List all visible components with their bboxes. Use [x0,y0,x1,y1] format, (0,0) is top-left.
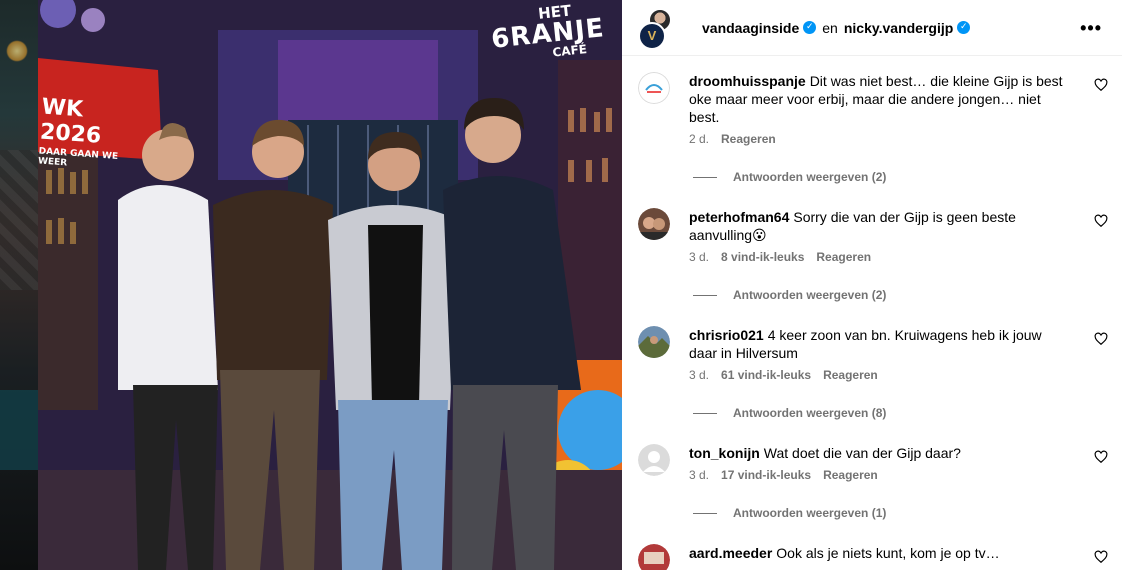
view-replies-label: Antwoorden weergeven (2) [733,170,887,184]
view-replies-button[interactable]: Antwoorden weergeven (1) [693,506,886,520]
collab-avatars[interactable]: V [638,7,678,50]
background-panel [0,390,38,470]
post-header: V vandaaginside ✓ en nicky.vandergijp ✓ … [622,0,1122,56]
photo-illustration [38,0,622,570]
comment-time[interactable]: 3 d. [689,468,709,482]
heart-icon[interactable] [1094,214,1108,228]
background-overlay[interactable] [0,0,38,570]
post-photo[interactable]: HET 6RANJE CAFÉ WK 2026 DAAR GAAN WE WEE… [38,0,622,570]
authors-conjunction: en [822,19,838,36]
comment-time[interactable]: 2 d. [689,132,709,146]
replies-divider [693,176,717,178]
comment-text-block: chrisrio021 4 keer zoon van bn. Kruiwagen… [689,326,1069,362]
comments-panel: V vandaaginside ✓ en nicky.vandergijp ✓ … [622,0,1122,570]
comment-username[interactable]: peterhofman64 [689,209,789,225]
avatar[interactable] [638,208,670,240]
replies-divider [693,294,717,296]
heart-icon[interactable] [1094,332,1108,346]
comment-item: peterhofman64 Sorry die van der Gijp is g… [638,208,1108,308]
view-replies-button[interactable]: Antwoorden weergeven (2) [693,170,886,184]
replies-divider [693,412,717,414]
comment-meta: 3 d. 17 vind-ik-leuks Reageren [689,468,1069,482]
reply-button[interactable]: Reageren [823,368,878,382]
comment-meta: 3 d. 61 vind-ik-leuks Reageren [689,368,1069,382]
reply-button[interactable]: Reageren [816,250,871,264]
view-replies-label: Antwoorden weergeven (1) [733,506,887,520]
avatar[interactable] [638,444,670,476]
verified-badge-icon: ✓ [957,21,971,34]
comment-text-block: peterhofman64 Sorry die van der Gijp is g… [689,208,1069,244]
avatar-image [638,72,670,104]
reply-button[interactable]: Reageren [823,468,878,482]
avatar-image [638,208,670,240]
comment-time[interactable]: 3 d. [689,250,709,264]
comment-text-block: droomhuisspanje Dit was niet best… die kl… [689,72,1069,126]
comment-text-block: aard.meeder Ook als je niets kunt, kom je… [689,544,1069,562]
verified-badge-icon: ✓ [803,21,817,34]
likes-count[interactable]: 17 vind-ik-leuks [721,468,811,482]
avatar[interactable] [638,544,670,570]
comment-text: Ook als je niets kunt, kom je op tv… [776,545,1000,561]
avatar[interactable] [638,326,670,358]
replies-divider [693,512,717,514]
comment-body: chrisrio021 4 keer zoon van bn. Kruiwagen… [689,326,1069,382]
view-replies-label: Antwoorden weergeven (8) [733,406,887,420]
comment-meta: 3 d. 8 vind-ik-leuks Reageren [689,250,1069,264]
avatar-image [638,544,670,570]
comment-item: droomhuisspanje Dit was niet best… die kl… [638,72,1108,190]
comment-username[interactable]: droomhuisspanje [689,73,806,89]
comment-item: ton_konijn Wat doet die van der Gijp daar… [638,444,1108,528]
view-replies-button[interactable]: Antwoorden weergeven (8) [693,406,886,420]
avatar[interactable]: V [638,21,666,50]
heart-icon[interactable] [1094,450,1108,464]
comment-username[interactable]: chrisrio021 [689,327,764,343]
comment-username[interactable]: aard.meeder [689,545,772,561]
comment-item: aard.meeder Ook als je niets kunt, kom je… [638,544,1108,570]
likes-count[interactable]: 61 vind-ik-leuks [721,368,811,382]
post-authors: vandaaginside ✓ en nicky.vandergijp ✓ [702,19,971,36]
likes-count[interactable]: 8 vind-ik-leuks [721,250,804,264]
author-username-2[interactable]: nicky.vandergijp [844,20,953,36]
avatar-letter: V [647,28,657,43]
view-replies-label: Antwoorden weergeven (2) [733,288,887,302]
comment-time[interactable]: 3 d. [689,368,709,382]
more-options-icon[interactable]: ••• [1080,18,1102,39]
comment-body: droomhuisspanje Dit was niet best… die kl… [689,72,1069,146]
reply-button[interactable]: Reageren [721,132,776,146]
comment-meta: 2 d. Reageren [689,132,1069,146]
comment-username[interactable]: ton_konijn [689,445,760,461]
comment-body: peterhofman64 Sorry die van der Gijp is g… [689,208,1069,264]
comment-text: Wat doet die van der Gijp daar? [763,445,961,461]
author-username-1[interactable]: vandaaginside [702,20,799,36]
comment-body: aard.meeder Ook als je niets kunt, kom je… [689,544,1069,562]
comment-item: chrisrio021 4 keer zoon van bn. Kruiwagen… [638,326,1108,426]
default-avatar-icon [638,444,670,476]
heart-icon[interactable] [1094,78,1108,92]
banner-title: WK 2026 [39,94,102,149]
wk-banner: WK 2026 DAAR GAAN WE WEER [38,95,142,174]
avatar[interactable] [638,72,670,104]
comment-text-block: ton_konijn Wat doet die van der Gijp daar… [689,444,1069,462]
avatar-image [638,326,670,358]
heart-icon[interactable] [1094,550,1108,564]
background-lamp [6,40,28,62]
view-replies-button[interactable]: Antwoorden weergeven (2) [693,288,886,302]
comment-body: ton_konijn Wat doet die van der Gijp daar… [689,444,1069,482]
background-pattern [0,150,38,290]
